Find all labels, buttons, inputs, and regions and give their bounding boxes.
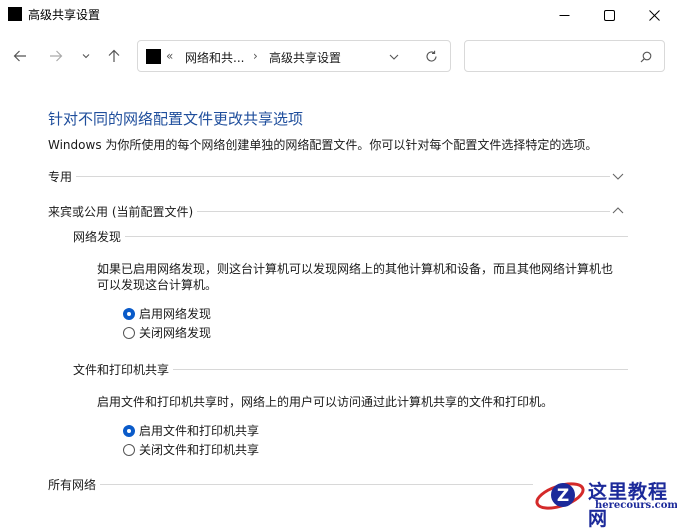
minimize-icon [559,14,569,16]
subsection-divider [73,236,628,237]
radio-label[interactable]: 关闭文件和打印机共享 [139,441,259,458]
breadcrumb-advanced-sharing[interactable]: 高级共享设置 [269,49,341,66]
control-panel-icon [146,49,161,64]
breadcrumb-network-and-sharing[interactable]: 网络和共... [185,49,244,66]
recent-locations-button[interactable] [74,44,98,68]
svg-text:Z: Z [557,486,569,506]
radio-label[interactable]: 启用文件和打印机共享 [139,422,259,439]
page-description: Windows 为你所使用的每个网络创建单独的网络配置文件。你可以针对每个配置文… [48,138,598,152]
section-divider [48,176,610,177]
maximize-button[interactable] [586,0,632,30]
radio-label[interactable]: 启用网络发现 [139,305,211,322]
radio-button-checked[interactable] [123,424,135,437]
app-icon [8,7,22,21]
forward-button[interactable] [44,44,68,68]
section-divider [48,484,533,485]
arrow-left-icon [13,50,26,62]
radio-label[interactable]: 关闭网络发现 [139,324,211,341]
minimize-button[interactable] [541,0,587,30]
search-input[interactable] [473,47,637,67]
page-title: 针对不同的网络配置文件更改共享选项 [48,110,304,128]
search-icon [640,51,652,63]
arrow-right-icon [50,50,63,62]
radio-button-unchecked[interactable] [123,326,135,339]
radio-button-checked[interactable] [123,307,135,320]
watermark-logo-icon: Z [535,482,585,510]
arrow-up-icon [108,49,120,62]
address-dropdown-button[interactable] [389,51,399,65]
refresh-icon [426,50,437,62]
section-private-toggle[interactable] [611,169,625,186]
network-discovery-text-line2: 可以发现这台计算机。 [97,278,218,292]
breadcrumb-separator: › [253,49,258,63]
chevron-down-icon [612,173,624,180]
back-button[interactable] [8,44,32,68]
chevron-down-icon [389,54,399,60]
radio-enable-file-printer-sharing[interactable]: 启用文件和打印机共享 [123,422,259,439]
file-printer-sharing-heading: 文件和打印机共享 [73,361,174,378]
close-button[interactable] [631,0,677,30]
radio-disable-network-discovery[interactable]: 关闭网络发现 [123,324,211,341]
section-public-toggle[interactable] [611,204,625,221]
refresh-button[interactable] [425,50,438,66]
section-private-label[interactable]: 专用 [48,168,77,185]
chevron-down-icon [82,54,90,59]
section-all-networks-label[interactable]: 所有网络 [48,476,101,493]
chevron-up-icon [612,207,624,214]
breadcrumb-overflow[interactable]: « [166,49,173,63]
close-icon [648,9,660,21]
file-printer-sharing-text: 启用文件和打印机共享时，网络上的用户可以访问通过此计算机共享的文件和打印机。 [97,395,554,409]
radio-disable-file-printer-sharing[interactable]: 关闭文件和打印机共享 [123,441,259,458]
watermark-url: herecours.com [595,500,677,511]
window-title: 高级共享设置 [28,8,101,22]
up-button[interactable] [102,44,126,68]
radio-button-unchecked[interactable] [123,443,135,456]
address-bar[interactable]: « 网络和共... › 高级共享设置 [137,40,451,72]
network-discovery-heading: 网络发现 [73,228,126,245]
search-box[interactable] [464,40,665,72]
maximize-icon [603,9,615,21]
radio-enable-network-discovery[interactable]: 启用网络发现 [123,305,211,322]
section-public-label[interactable]: 来宾或公用 (当前配置文件) [48,203,198,220]
